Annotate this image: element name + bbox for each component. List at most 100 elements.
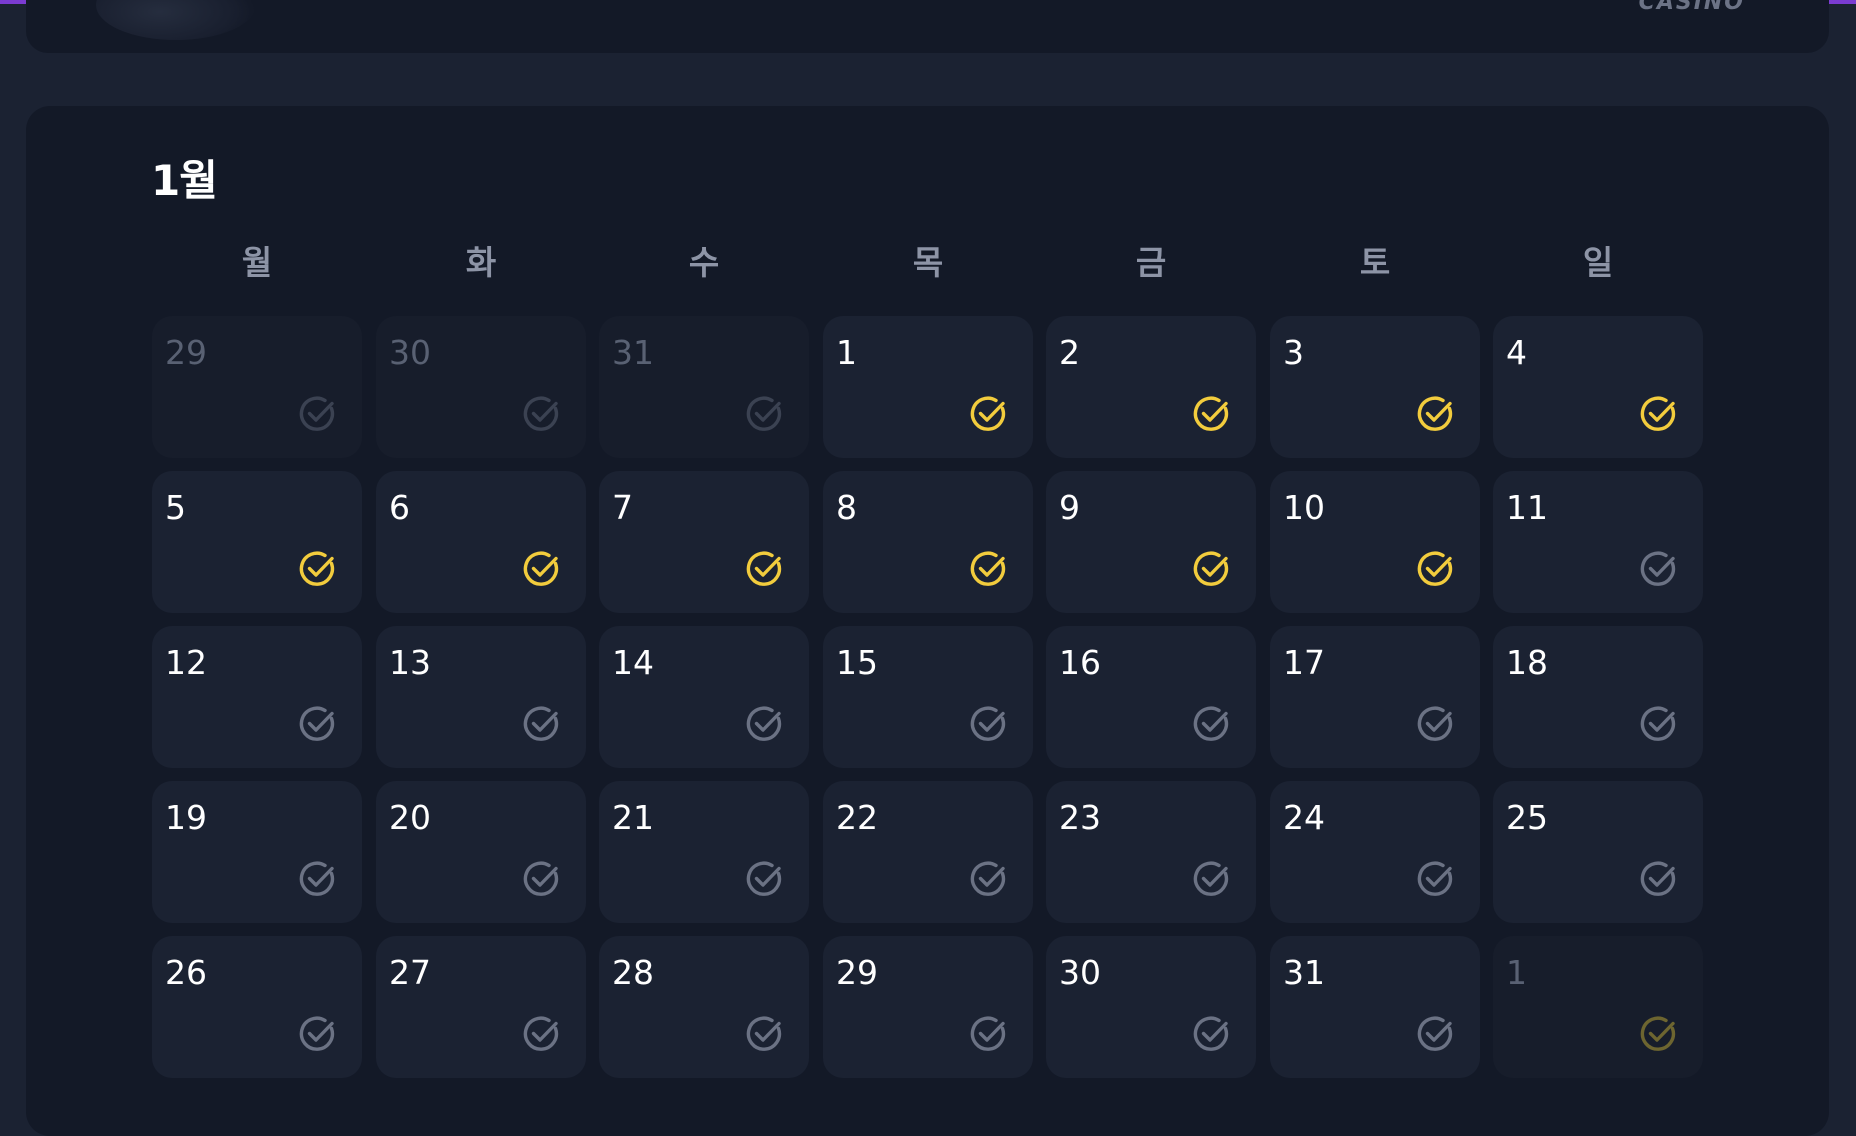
check-circle-filled-icon	[1639, 1014, 1679, 1054]
check-circle-icon	[745, 704, 785, 744]
day-number: 25	[1506, 798, 1548, 837]
check-circle-icon	[745, 859, 785, 899]
check-circle-filled-icon	[1192, 549, 1232, 589]
check-circle-icon	[1416, 704, 1456, 744]
calendar-day-cell[interactable]: 29	[823, 936, 1033, 1078]
check-circle-icon	[298, 394, 338, 434]
check-circle-icon	[1192, 859, 1232, 899]
calendar-day-cell[interactable]: 19	[152, 781, 362, 923]
check-circle-filled-icon	[298, 549, 338, 589]
calendar-day-cell[interactable]: 20	[376, 781, 586, 923]
day-number: 29	[836, 953, 878, 992]
calendar-day-cell[interactable]: 2	[1046, 316, 1256, 458]
calendar-day-cell[interactable]: 5	[152, 471, 362, 613]
calendar-day-cell[interactable]: 26	[152, 936, 362, 1078]
check-circle-filled-icon	[969, 549, 1009, 589]
check-circle-icon	[1416, 859, 1456, 899]
day-number: 15	[836, 643, 878, 682]
calendar-day-cell[interactable]: 4	[1493, 316, 1703, 458]
day-number: 8	[836, 488, 857, 527]
day-number: 30	[1059, 953, 1101, 992]
calendar-day-cell[interactable]: 3	[1270, 316, 1480, 458]
calendar-day-cell[interactable]: 25	[1493, 781, 1703, 923]
day-number: 9	[1059, 488, 1080, 527]
check-circle-icon	[1416, 1014, 1456, 1054]
calendar-day-cell[interactable]: 30	[376, 316, 586, 458]
day-number: 16	[1059, 643, 1101, 682]
check-circle-filled-icon	[1416, 394, 1456, 434]
day-number: 26	[165, 953, 207, 992]
calendar-day-cell[interactable]: 11	[1493, 471, 1703, 613]
check-circle-filled-icon	[522, 549, 562, 589]
day-number: 23	[1059, 798, 1101, 837]
check-circle-icon	[969, 704, 1009, 744]
day-number: 13	[389, 643, 431, 682]
day-number: 6	[389, 488, 410, 527]
weekday-fri: 금	[1135, 243, 1167, 282]
day-number: 3	[1283, 333, 1304, 372]
check-circle-icon	[745, 1014, 785, 1054]
calendar-day-cell[interactable]: 7	[599, 471, 809, 613]
calendar-day-cell[interactable]: 31	[1270, 936, 1480, 1078]
check-circle-filled-icon	[1416, 549, 1456, 589]
day-number: 7	[612, 488, 633, 527]
calendar-day-cell[interactable]: 6	[376, 471, 586, 613]
day-number: 14	[612, 643, 654, 682]
calendar-day-cell[interactable]: 17	[1270, 626, 1480, 768]
calendar-day-cell[interactable]: 27	[376, 936, 586, 1078]
calendar-day-cell[interactable]: 1	[1493, 936, 1703, 1078]
calendar-day-cell[interactable]: 15	[823, 626, 1033, 768]
calendar-day-cell[interactable]: 10	[1270, 471, 1480, 613]
calendar-day-cell[interactable]: 18	[1493, 626, 1703, 768]
calendar-day-cell[interactable]: 30	[1046, 936, 1256, 1078]
day-number: 31	[1283, 953, 1325, 992]
day-number: 19	[165, 798, 207, 837]
calendar-day-cell[interactable]: 14	[599, 626, 809, 768]
day-number: 21	[612, 798, 654, 837]
calendar-day-cell[interactable]: 13	[376, 626, 586, 768]
calendar-day-cell[interactable]: 21	[599, 781, 809, 923]
calendar-day-cell[interactable]: 23	[1046, 781, 1256, 923]
calendar-day-cell[interactable]: 28	[599, 936, 809, 1078]
day-number: 29	[165, 333, 207, 372]
calendar-day-cell[interactable]: 12	[152, 626, 362, 768]
calendar-day-cell[interactable]: 31	[599, 316, 809, 458]
banner-artwork	[96, 0, 256, 40]
calendar-day-cell[interactable]: 29	[152, 316, 362, 458]
check-circle-icon	[1639, 704, 1679, 744]
check-circle-icon	[1639, 549, 1679, 589]
calendar-day-cell[interactable]: 9	[1046, 471, 1256, 613]
calendar-day-cell[interactable]: 1	[823, 316, 1033, 458]
calendar-day-cell[interactable]: 16	[1046, 626, 1256, 768]
day-number: 18	[1506, 643, 1548, 682]
weekday-thu: 목	[912, 243, 944, 282]
calendar-day-cell[interactable]: 8	[823, 471, 1033, 613]
check-circle-icon	[298, 1014, 338, 1054]
calendar-day-cell[interactable]: 24	[1270, 781, 1480, 923]
casino-logo: CASINO	[1638, 0, 1745, 15]
weekday-tue: 화	[465, 243, 497, 282]
day-number: 17	[1283, 643, 1325, 682]
check-circle-icon	[522, 704, 562, 744]
check-circle-icon	[745, 394, 785, 434]
month-title: 1월	[151, 156, 218, 205]
day-number: 2	[1059, 333, 1080, 372]
day-number: 11	[1506, 488, 1548, 527]
check-circle-filled-icon	[1192, 394, 1232, 434]
day-number: 22	[836, 798, 878, 837]
weekday-sun: 일	[1582, 243, 1614, 282]
check-circle-icon	[1192, 704, 1232, 744]
day-number: 4	[1506, 333, 1527, 372]
check-circle-icon	[969, 859, 1009, 899]
check-circle-icon	[522, 1014, 562, 1054]
weekday-mon: 월	[241, 243, 273, 282]
day-number: 30	[389, 333, 431, 372]
check-circle-icon	[298, 859, 338, 899]
day-number: 28	[612, 953, 654, 992]
check-circle-icon	[1639, 859, 1679, 899]
check-circle-icon	[1192, 1014, 1232, 1054]
day-number: 31	[612, 333, 654, 372]
calendar-day-cell[interactable]: 22	[823, 781, 1033, 923]
day-number: 20	[389, 798, 431, 837]
weekday-sat: 토	[1359, 243, 1391, 282]
